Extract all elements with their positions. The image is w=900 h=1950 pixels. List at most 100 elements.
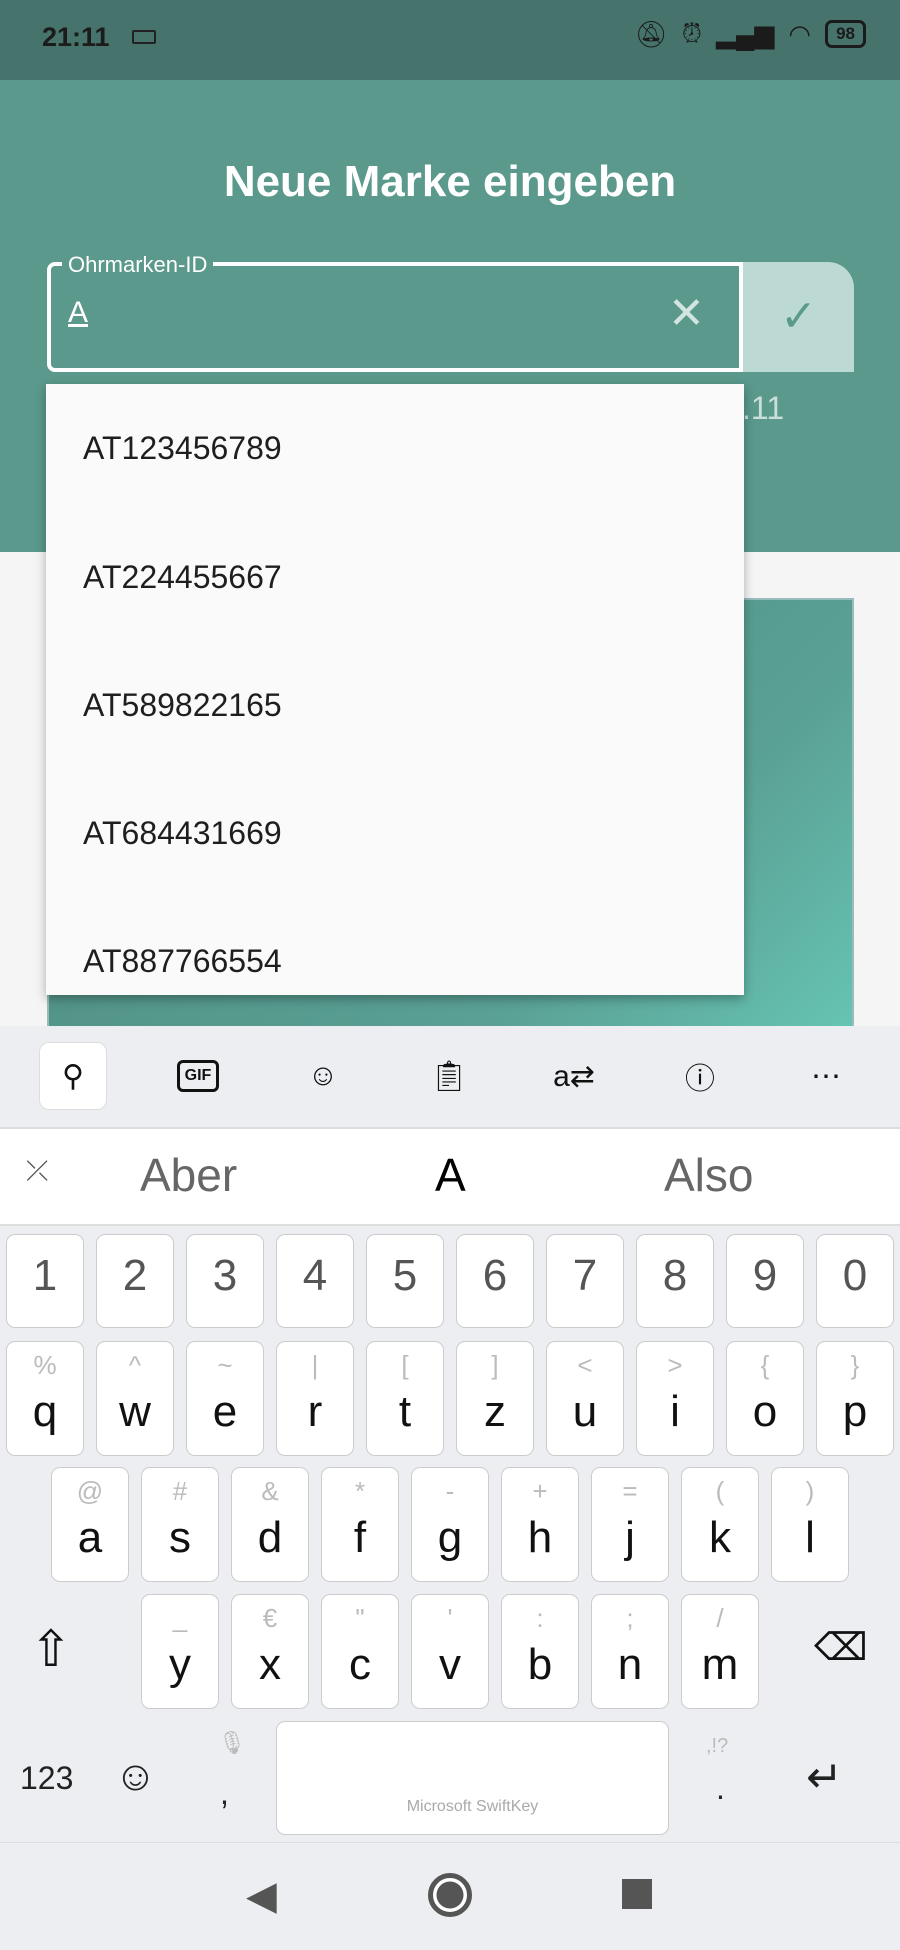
gif-icon[interactable]: GIF [164,1042,232,1110]
suggestion-item[interactable]: AT224455667 [83,559,282,596]
letter-key[interactable]: _ y [141,1594,219,1709]
letter-key[interactable]: ^ w [96,1341,174,1456]
letter-key[interactable]: = j [591,1467,669,1582]
key-label: k [709,1513,731,1562]
recents-icon[interactable] [622,1879,652,1909]
page-title: Neue Marke eingeben [223,157,677,206]
key-hint: | [311,1350,319,1380]
comma-key[interactable]: , [220,1775,229,1812]
letter-key[interactable]: > i [636,1341,714,1456]
letter-key[interactable]: -g [411,1467,489,1582]
key-label: 9 [752,1251,778,1300]
search-icon[interactable]: ⚲ [39,1042,107,1110]
backspace-key[interactable]: ⌫ [814,1625,868,1670]
enter-key[interactable]: ↵ [806,1752,843,1803]
key-label: 8 [662,1251,688,1300]
sticker-icon[interactable]: ☺ [289,1042,357,1110]
number-key[interactable]: 1 [6,1234,84,1328]
clipboard-icon[interactable]: 📋︎ [415,1042,483,1110]
ear-tag-value[interactable]: A [68,296,88,330]
letter-key[interactable]: < u [546,1341,624,1456]
ear-tag-input[interactable] [47,262,743,372]
back-icon[interactable]: ◀ [246,1873,277,1919]
key-hint: } [850,1350,860,1380]
key-hint: ; [626,1603,634,1633]
number-key[interactable]: 7 [546,1234,624,1328]
close-icon[interactable]: ✕ [668,292,705,336]
letter-key[interactable]: * f [321,1467,399,1582]
letter-key[interactable]: [t [366,1341,444,1456]
number-key[interactable]: 8 [636,1234,714,1328]
suggestion-item[interactable]: AT684431669 [83,815,282,852]
letter-key[interactable]: & d [231,1467,309,1582]
letter-key[interactable]: ~ e [186,1341,264,1456]
info-icon[interactable]: ⓘ [666,1042,734,1110]
key-label: n [617,1640,643,1689]
number-key[interactable]: 0 [816,1234,894,1328]
key-label: r [307,1387,323,1436]
translate-icon[interactable]: a⇄ [540,1042,608,1110]
space-key[interactable]: Microsoft SwiftKey [276,1721,669,1835]
letter-key[interactable]: " c [321,1594,399,1709]
letter-key[interactable]: | r [276,1341,354,1456]
key-hint: > [667,1350,683,1380]
key-hint: = [622,1476,638,1506]
key-label: q [32,1387,58,1436]
letter-key[interactable]: } p [816,1341,894,1456]
letter-key[interactable]: (k [681,1467,759,1582]
key-label: m [701,1640,739,1689]
check-icon: ✓ [780,292,817,341]
suggestion-item[interactable]: AT123456789 [83,430,282,467]
letter-key[interactable]: / m [681,1594,759,1709]
suggestion-item[interactable]: AT887766554 [83,943,282,980]
suggestion-dropdown: AT123456789 AT224455667 AT589822165 AT68… [46,384,744,995]
letter-key[interactable]: {o [726,1341,804,1456]
number-key[interactable]: 6 [456,1234,534,1328]
letter-key[interactable]: ; n [591,1594,669,1709]
key-label: l [805,1513,815,1562]
emoji-icon[interactable]: ☺ [114,1752,157,1800]
letter-key[interactable]: @ a [51,1467,129,1582]
status-time: 21:11 [42,22,110,52]
keyboard-icon [132,30,156,44]
prediction-center[interactable]: A [435,1148,466,1202]
collapse-icon[interactable]: ⤫ [26,1155,48,1188]
key-label: j [625,1513,635,1562]
number-key[interactable]: 9 [726,1234,804,1328]
letter-key[interactable]: # s [141,1467,219,1582]
shift-key[interactable]: ⇧ [30,1620,72,1678]
confirm-button[interactable]: ✓ [743,262,854,372]
suggestion-item[interactable]: AT589822165 [83,687,282,724]
letter-key[interactable]: ) l [771,1467,849,1582]
ear-tag-label: Ohrmarken-ID [62,252,214,278]
key-label: h [527,1513,553,1562]
key-label: y [169,1640,191,1689]
key-hint: # [172,1476,188,1506]
letter-key[interactable]: ] z [456,1341,534,1456]
key-label: 6 [482,1251,508,1300]
key-label: d [257,1513,283,1562]
key-label: 3 [212,1251,238,1300]
key-label: e [212,1387,238,1436]
prediction-left[interactable]: Aber [140,1148,237,1202]
number-key[interactable]: 3 [186,1234,264,1328]
numbers-key[interactable]: 123 [20,1760,73,1797]
more-icon[interactable]: ⋯ [792,1042,860,1110]
status-bar: 21:11 🔕︎ ⏰︎ ▂▄▆ ◠ 98 [0,0,900,80]
key-hint: < [577,1350,593,1380]
home-icon[interactable] [428,1873,472,1917]
key-hint: ^ [128,1350,142,1380]
key-label: v [439,1640,461,1689]
period-key[interactable]: . [716,1770,725,1807]
letter-key[interactable]: :b [501,1594,579,1709]
key-label: b [527,1640,553,1689]
number-key[interactable]: 5 [366,1234,444,1328]
letter-key[interactable]: + h [501,1467,579,1582]
number-key[interactable]: 2 [96,1234,174,1328]
letter-key[interactable]: ' v [411,1594,489,1709]
letter-key[interactable]: % q [6,1341,84,1456]
letter-key[interactable]: € x [231,1594,309,1709]
prediction-right[interactable]: Also [664,1148,753,1202]
number-key[interactable]: 4 [276,1234,354,1328]
key-hint: : [536,1603,544,1633]
